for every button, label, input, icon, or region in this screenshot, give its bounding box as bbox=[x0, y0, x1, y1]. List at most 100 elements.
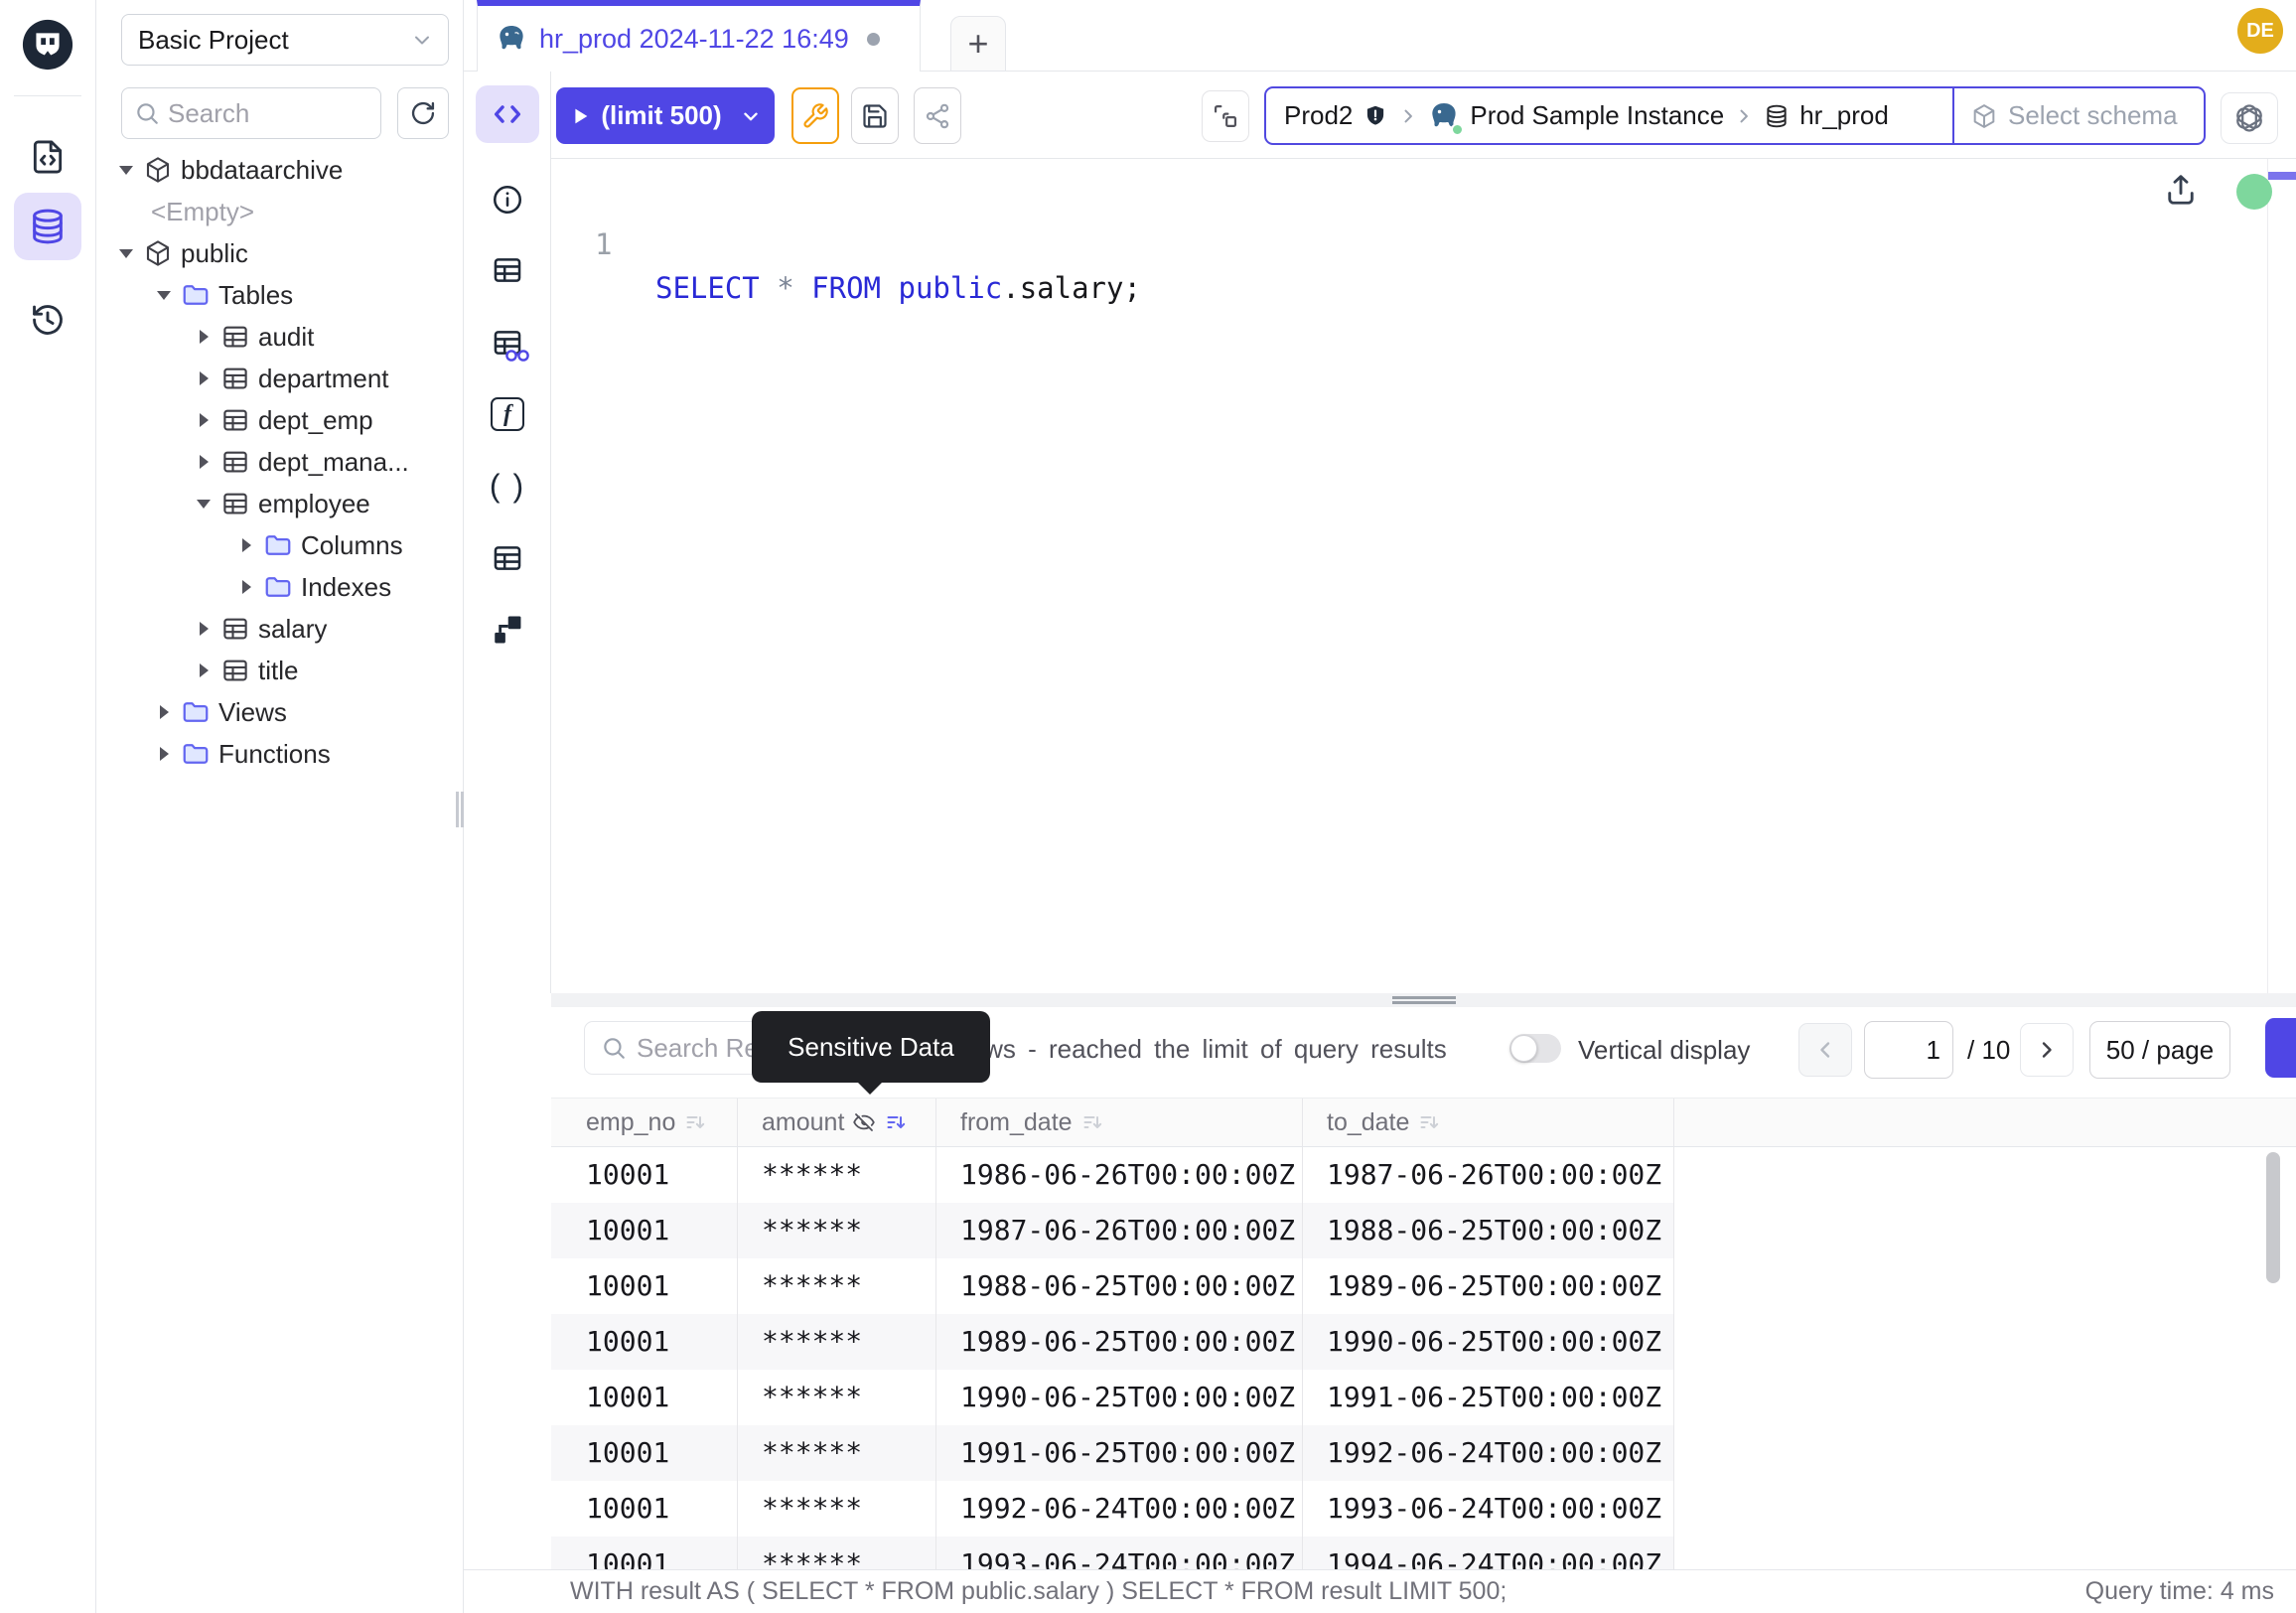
sidebar-search[interactable] bbox=[121, 87, 381, 139]
history-clock-icon bbox=[29, 301, 67, 339]
caret-down-icon[interactable] bbox=[155, 286, 173, 304]
instance-status-dot bbox=[1451, 123, 1464, 136]
tree-item-bbdataarchive[interactable]: bbdataarchive bbox=[96, 149, 464, 191]
caret-down-icon[interactable] bbox=[195, 495, 213, 513]
functions-panel-button[interactable]: f bbox=[476, 382, 539, 446]
caret-right-icon[interactable] bbox=[195, 620, 213, 638]
tree-item-dept-emp[interactable]: dept_emp bbox=[96, 399, 464, 441]
search-icon bbox=[601, 1035, 627, 1061]
sql-code-line[interactable]: SELECT * FROM public.salary; bbox=[655, 266, 1141, 310]
sort-icon bbox=[683, 1110, 707, 1134]
caret-down-icon[interactable] bbox=[117, 161, 135, 179]
caret-right-icon[interactable] bbox=[155, 703, 173, 721]
tree-item-columns[interactable]: Columns bbox=[96, 524, 464, 566]
tree-item-title[interactable]: title bbox=[96, 650, 464, 691]
project-select[interactable]: Basic Project bbox=[121, 14, 449, 66]
column-header-to-date[interactable]: to_date bbox=[1303, 1099, 1674, 1146]
line-number: 1 bbox=[595, 222, 612, 266]
table-row[interactable]: 10001 ****** 1991-06-25T00:00:00Z 1992-0… bbox=[551, 1425, 2296, 1481]
save-sheet-button[interactable] bbox=[851, 87, 899, 144]
tree-item-functions[interactable]: Functions bbox=[96, 733, 464, 775]
sql-editor-mode-button[interactable] bbox=[476, 85, 539, 143]
vertical-display-toggle[interactable] bbox=[1509, 1034, 1561, 1063]
chevron-right-icon bbox=[1398, 106, 1418, 126]
page-size-select[interactable]: 50 / page bbox=[2089, 1021, 2230, 1079]
refresh-schema-button[interactable] bbox=[397, 87, 449, 139]
share-sheet-button[interactable] bbox=[914, 87, 961, 144]
editor-scroll-indicator[interactable] bbox=[2268, 172, 2296, 180]
results-scrollbar-thumb[interactable] bbox=[2266, 1152, 2280, 1283]
sidebar-resize-handle[interactable] bbox=[456, 792, 464, 827]
caret-right-icon[interactable] bbox=[237, 536, 255, 554]
column-header-emp-no[interactable]: emp_no bbox=[551, 1099, 738, 1146]
column-header-from-date[interactable]: from_date bbox=[936, 1099, 1303, 1146]
tree-item-employee[interactable]: employee bbox=[96, 483, 464, 524]
tree-item-public[interactable]: public bbox=[96, 232, 464, 274]
tree-item-dept-manager[interactable]: dept_mana... bbox=[96, 441, 464, 483]
tree-item-indexes[interactable]: Indexes bbox=[96, 566, 464, 608]
procedures-panel-button[interactable]: ( ) bbox=[476, 454, 539, 517]
chevron-right-icon bbox=[1734, 106, 1754, 126]
panel-resize-handle[interactable] bbox=[551, 993, 2296, 1007]
page-number-input[interactable] bbox=[1864, 1021, 1953, 1079]
tab-hr-prod[interactable]: hr_prod 2024-11-22 16:49 bbox=[477, 0, 921, 72]
sensitive-data-tooltip: Sensitive Data bbox=[752, 1011, 990, 1083]
table-icon bbox=[220, 489, 250, 518]
tree-item-audit[interactable]: audit bbox=[96, 316, 464, 358]
info-panel-button[interactable] bbox=[476, 168, 539, 231]
format-sql-button[interactable] bbox=[791, 87, 839, 144]
table-row[interactable]: 10001 ****** 1989-06-25T00:00:00Z 1990-0… bbox=[551, 1314, 2296, 1370]
sql-editor[interactable]: 1 SELECT * FROM public.salary; bbox=[551, 159, 2296, 993]
upload-sql-button[interactable] bbox=[2163, 171, 2199, 207]
next-page-button[interactable] bbox=[2020, 1023, 2074, 1077]
table-row[interactable]: 10001 ****** 1987-06-26T00:00:00Z 1988-0… bbox=[551, 1203, 2296, 1258]
caret-right-icon[interactable] bbox=[195, 411, 213, 429]
add-tab-button[interactable]: + bbox=[950, 16, 1006, 72]
caret-right-icon[interactable] bbox=[195, 453, 213, 471]
masked-tables-panel-button[interactable] bbox=[476, 311, 539, 374]
sidebar-search-input[interactable] bbox=[168, 98, 347, 129]
history-nav-button[interactable] bbox=[14, 286, 81, 354]
schema-diagram-button[interactable] bbox=[476, 598, 539, 661]
tree-item-views[interactable]: Views bbox=[96, 691, 464, 733]
select-schema-button[interactable]: Select schema bbox=[1952, 86, 2206, 145]
bytebase-logo[interactable] bbox=[21, 18, 74, 72]
tree-item-salary[interactable]: salary bbox=[96, 608, 464, 650]
plus-icon: + bbox=[967, 23, 988, 65]
table-row[interactable]: 10001 ****** 1986-06-26T00:00:00Z 1987-0… bbox=[551, 1147, 2296, 1203]
ai-assistant-button[interactable] bbox=[2221, 92, 2278, 144]
column-header-amount[interactable]: amount bbox=[738, 1099, 936, 1146]
executed-query-text: WITH result AS ( SELECT * FROM public.sa… bbox=[570, 1577, 1507, 1606]
tree-item-department[interactable]: department bbox=[96, 358, 464, 399]
caret-right-icon[interactable] bbox=[195, 328, 213, 346]
tree-item-tables[interactable]: Tables bbox=[96, 274, 464, 316]
connection-context-button[interactable]: Prod2 Prod Sample Instance hr_prod bbox=[1264, 86, 1954, 145]
ai-assistant-icon bbox=[2232, 101, 2266, 135]
caret-right-icon[interactable] bbox=[195, 369, 213, 387]
table-row[interactable]: 10001 ****** 1988-06-25T00:00:00Z 1989-0… bbox=[551, 1258, 2296, 1314]
caret-down-icon[interactable] bbox=[117, 244, 135, 262]
table-row[interactable]: 10001 ****** 1993-06-24T00:00:00Z 1994-0… bbox=[551, 1537, 2296, 1569]
caret-right-icon[interactable] bbox=[155, 745, 173, 763]
database-nav-button[interactable] bbox=[14, 193, 81, 260]
caret-right-icon[interactable] bbox=[195, 661, 213, 679]
run-query-button[interactable]: (limit 500) bbox=[556, 87, 775, 144]
folder-icon bbox=[263, 530, 293, 560]
table-row[interactable]: 10001 ****** 1990-06-25T00:00:00Z 1991-0… bbox=[551, 1370, 2296, 1425]
tree-item-empty: <Empty> bbox=[96, 191, 464, 232]
prev-page-button[interactable] bbox=[1798, 1023, 1852, 1077]
tables-panel-button[interactable] bbox=[476, 238, 539, 302]
table-icon bbox=[220, 405, 250, 435]
external-tables-panel-button[interactable] bbox=[476, 526, 539, 590]
results-more-button[interactable] bbox=[2265, 1018, 2296, 1078]
search-icon bbox=[134, 100, 160, 126]
batch-mode-button[interactable] bbox=[1202, 90, 1249, 142]
batch-query-icon bbox=[1212, 102, 1239, 130]
editor-tools-column: f ( ) bbox=[464, 72, 551, 993]
instance-label: Prod Sample Instance bbox=[1470, 100, 1724, 131]
table-row[interactable]: 10001 ****** 1992-06-24T00:00:00Z 1993-0… bbox=[551, 1481, 2296, 1537]
caret-right-icon[interactable] bbox=[237, 578, 255, 596]
user-avatar[interactable]: DE bbox=[2237, 8, 2283, 54]
results-table-body: 10001 ****** 1986-06-26T00:00:00Z 1987-0… bbox=[551, 1147, 2296, 1569]
worksheet-nav-button[interactable] bbox=[14, 123, 81, 191]
